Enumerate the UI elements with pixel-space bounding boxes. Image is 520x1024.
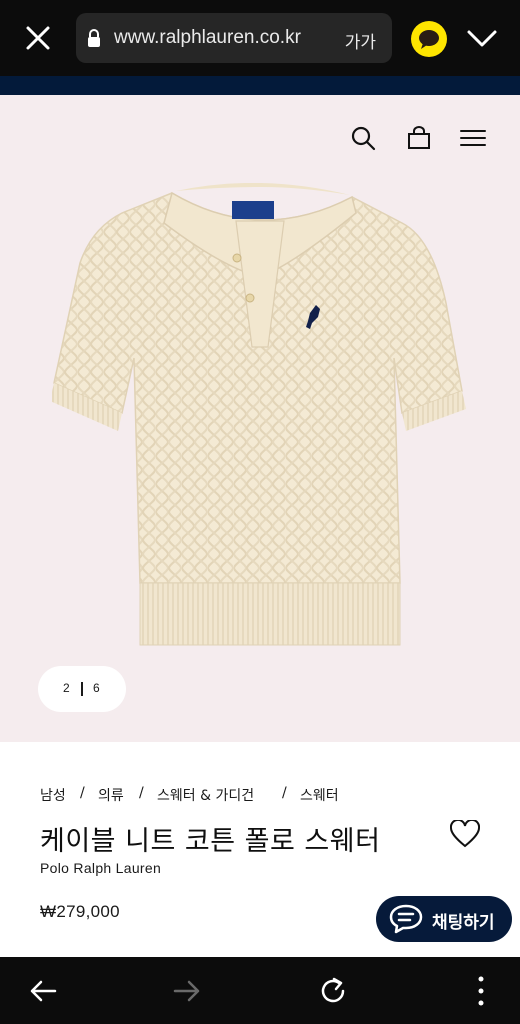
product-brand: Polo Ralph Lauren [40, 860, 162, 876]
product-title: 케이블 니트 코튼 폴로 스웨터 [40, 826, 381, 857]
gallery-counter-divider [81, 682, 83, 696]
breadcrumb-item-men[interactable]: 남성 [40, 785, 66, 805]
kakao-talk-icon[interactable] [411, 21, 447, 57]
address-bar[interactable]: www.ralphlauren.co.kr 가가 [76, 13, 392, 63]
product-price: ₩279,000 [40, 902, 120, 921]
chevron-down-icon[interactable] [466, 24, 498, 52]
breadcrumb-separator: / [282, 785, 287, 801]
search-icon[interactable] [350, 125, 376, 151]
gallery-total-pages: 6 [93, 681, 100, 695]
forward-arrow-icon[interactable] [171, 975, 203, 1007]
text-size-button[interactable]: 가가 [345, 28, 376, 53]
breadcrumb-item-sweaters[interactable]: 스웨터 [300, 785, 339, 805]
breadcrumb-item-clothing[interactable]: 의류 [98, 785, 124, 805]
breadcrumb-separator: / [80, 785, 85, 801]
more-options-icon[interactable] [465, 975, 497, 1007]
gallery-counter: 2 6 [38, 666, 126, 712]
hamburger-menu-icon[interactable] [460, 127, 486, 149]
site-top-strip [0, 76, 520, 95]
breadcrumb-item-sweaters-cardigans[interactable]: 스웨터 & 가디건 [157, 785, 254, 805]
browser-bottom-bar [0, 957, 520, 1024]
reload-icon[interactable] [317, 975, 349, 1007]
browser-toolbar: www.ralphlauren.co.kr 가가 [0, 0, 520, 76]
shopping-bag-icon[interactable] [406, 125, 432, 151]
heart-icon[interactable] [449, 818, 481, 848]
product-gallery[interactable]: 2 6 [0, 95, 520, 742]
breadcrumb-separator: / [139, 785, 144, 801]
chat-button[interactable]: 채팅하기 [376, 896, 512, 942]
product-info: 남성 / 의류 / 스웨터 & 가디건 / 스웨터 케이블 니트 코튼 폴로 스… [0, 742, 520, 957]
close-icon[interactable] [20, 20, 56, 56]
back-arrow-icon[interactable] [27, 975, 59, 1007]
product-image[interactable] [52, 183, 468, 663]
chat-bubble-icon [389, 904, 423, 934]
lock-icon [86, 28, 102, 48]
chat-button-label: 채팅하기 [432, 913, 495, 933]
url-text: www.ralphlauren.co.kr [114, 27, 301, 48]
gallery-current-page: 2 [63, 681, 70, 695]
